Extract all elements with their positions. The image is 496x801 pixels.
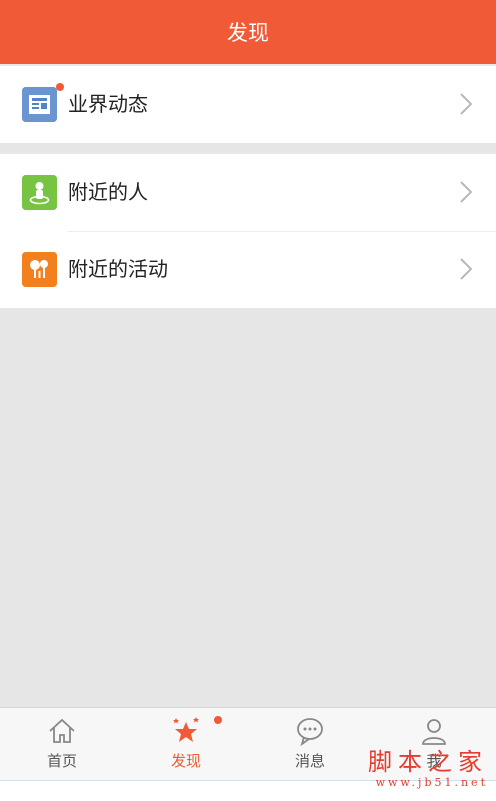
news-icon [22, 87, 57, 122]
row-label: 业界动态 [68, 92, 148, 116]
section-news: 业界动态 [0, 66, 496, 143]
row-nearby-people[interactable]: 附近的人 [0, 154, 496, 231]
chevron-right-icon [460, 258, 472, 280]
watermark: 脚本之家 www.jb51.net [368, 748, 488, 789]
tab-label: 消息 [294, 752, 325, 770]
tab-label: 首页 [46, 752, 77, 770]
tab-home[interactable]: 首页 [0, 708, 124, 780]
row-label: 附近的活动 [68, 257, 168, 281]
chevron-right-icon [460, 181, 472, 203]
chat-icon [297, 718, 323, 746]
nearby-activity-icon [22, 252, 57, 287]
row-industry-news[interactable]: 业界动态 [0, 66, 496, 143]
user-icon [422, 719, 446, 745]
watermark-url: www.jb51.net [375, 776, 488, 789]
tab-discover[interactable]: 发现 [124, 708, 248, 780]
row-label: 附近的人 [68, 180, 148, 204]
page-title: 发现 [227, 21, 269, 45]
discover-badge-dot [214, 716, 222, 724]
tab-messages[interactable]: 消息 [248, 708, 372, 780]
header: 发现 [0, 0, 496, 64]
watermark-text: 脚本之家 [368, 748, 488, 776]
news-badge-dot [56, 83, 64, 91]
home-icon [49, 718, 75, 743]
nearby-people-icon [22, 175, 57, 210]
row-nearby-activities[interactable]: 附近的活动 [0, 231, 496, 308]
tab-label: 发现 [170, 752, 201, 770]
star-icon [173, 717, 199, 742]
section-nearby: 附近的人 附近的活动 [0, 154, 496, 308]
chevron-right-icon [460, 93, 472, 115]
